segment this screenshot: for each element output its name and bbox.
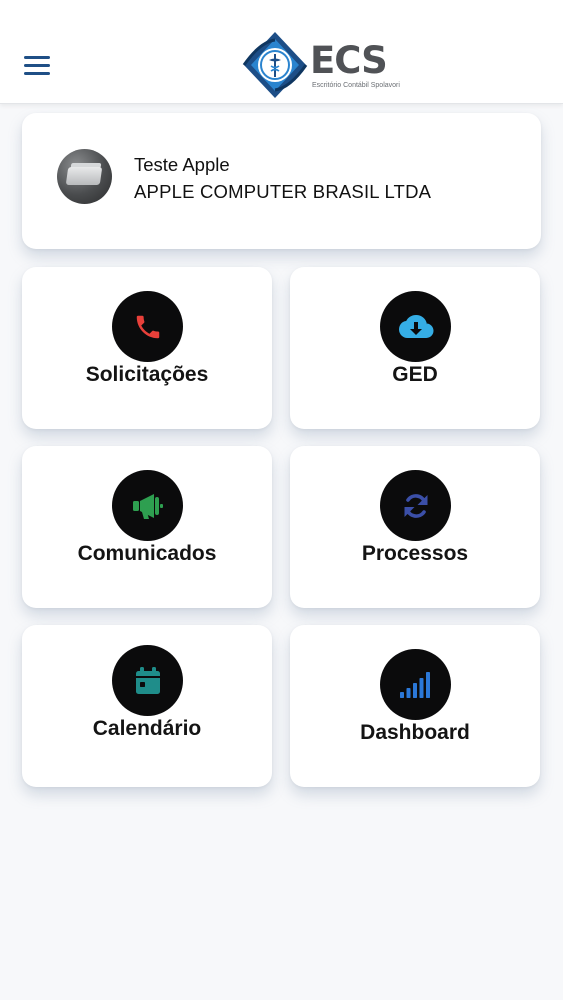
- calendar-icon: [135, 666, 160, 694]
- avatar: [57, 149, 112, 204]
- tile-label: GED: [392, 363, 438, 386]
- hamburger-menu-icon[interactable]: [24, 54, 52, 76]
- tile-comunicados[interactable]: Comunicados: [22, 446, 272, 608]
- tile-label: Dashboard: [360, 721, 470, 744]
- logo-emblem-icon: [242, 32, 308, 98]
- logo-subtitle: Escritório Contábil Spolavori: [312, 82, 400, 89]
- tile-ged[interactable]: GED: [290, 267, 540, 429]
- logo-text: ECS: [310, 39, 388, 82]
- profile-name: Teste Apple: [134, 154, 230, 175]
- sync-icon: [404, 493, 427, 518]
- megaphone-icon: [132, 493, 163, 519]
- tile-label: Processos: [361, 542, 469, 565]
- signal-bars-icon: [399, 671, 430, 698]
- cloud-download-icon: [398, 314, 433, 338]
- profile-company: APPLE COMPUTER BRASIL LTDA: [134, 181, 432, 202]
- profile-card[interactable]: Teste Apple APPLE COMPUTER BRASIL LTDA: [22, 113, 541, 249]
- tile-label: Solicitações: [85, 363, 209, 386]
- phone-icon: [136, 315, 159, 338]
- tile-calendario[interactable]: Calendário: [22, 625, 272, 787]
- app-header: ECS Escritório Contábil Spolavori: [0, 0, 563, 104]
- tile-dashboard[interactable]: Dashboard: [290, 625, 540, 787]
- tile-solicitacoes[interactable]: Solicitações: [22, 267, 272, 429]
- ecs-logo: ECS Escritório Contábil Spolavori: [240, 30, 402, 100]
- tile-label: Calendário: [92, 717, 202, 740]
- tile-label: Comunicados: [77, 542, 217, 565]
- tile-processos[interactable]: Processos: [290, 446, 540, 608]
